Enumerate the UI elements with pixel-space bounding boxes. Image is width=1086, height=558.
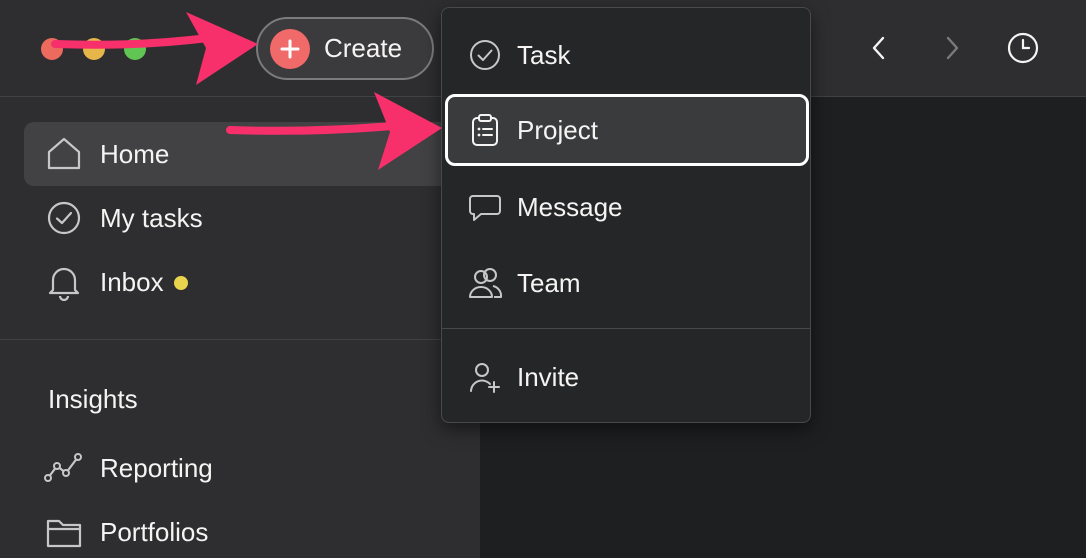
window-zoom-button[interactable] <box>124 38 146 60</box>
window-close-button[interactable] <box>41 38 63 60</box>
sidebar-item-inbox[interactable]: Inbox <box>24 250 464 314</box>
window-minimize-button[interactable] <box>83 38 105 60</box>
menu-item-message[interactable]: Message <box>445 171 809 243</box>
menu-item-label: Team <box>517 267 581 298</box>
check-circle-icon <box>44 198 84 238</box>
insights-section-title: Insights <box>48 384 138 414</box>
menu-item-invite[interactable]: Invite <box>445 341 809 413</box>
clipboard-icon <box>467 112 503 148</box>
sidebar-divider <box>0 339 480 340</box>
home-icon <box>44 134 84 174</box>
speech-bubble-icon <box>467 189 503 225</box>
people-icon <box>467 265 503 301</box>
menu-item-team[interactable]: Team <box>445 247 809 319</box>
person-add-icon <box>467 359 503 395</box>
sidebar-item-label: Reporting <box>100 452 213 483</box>
clock-icon <box>1007 32 1039 64</box>
back-button[interactable] <box>859 28 899 68</box>
chevron-left-icon <box>872 36 885 60</box>
sidebar-item-label: Home <box>100 138 170 169</box>
folder-icon <box>44 512 84 552</box>
unread-indicator <box>173 276 188 290</box>
line-chart-icon <box>44 448 84 488</box>
menu-divider <box>442 328 810 329</box>
menu-item-label: Task <box>517 39 571 70</box>
create-button-label: Create <box>324 33 403 63</box>
menu-item-label: Invite <box>517 361 580 392</box>
menu-item-project[interactable]: Project <box>445 94 809 166</box>
sidebar: Home My tasks Inbox Insights Reporting P… <box>0 97 480 558</box>
menu-item-task[interactable]: Task <box>445 19 809 91</box>
plus-icon <box>270 28 310 69</box>
bell-icon <box>44 262 84 302</box>
sidebar-item-label: Portfolios <box>100 516 209 547</box>
check-circle-icon <box>467 37 503 73</box>
forward-button[interactable] <box>932 28 972 68</box>
chevron-right-icon <box>946 36 959 60</box>
create-menu: Task Project Message Team Invite <box>441 7 811 423</box>
create-button[interactable]: Create <box>256 17 434 80</box>
sidebar-item-label: My tasks <box>100 202 203 233</box>
sidebar-item-portfolios[interactable]: Portfolios <box>24 500 464 558</box>
sidebar-item-my-tasks[interactable]: My tasks <box>24 186 464 250</box>
sidebar-item-reporting[interactable]: Reporting <box>24 436 464 500</box>
history-button[interactable] <box>1003 28 1043 68</box>
sidebar-item-label: Inbox <box>100 266 164 297</box>
menu-item-label: Message <box>517 191 623 222</box>
menu-item-label: Project <box>517 114 598 145</box>
sidebar-item-home[interactable]: Home <box>24 122 464 186</box>
